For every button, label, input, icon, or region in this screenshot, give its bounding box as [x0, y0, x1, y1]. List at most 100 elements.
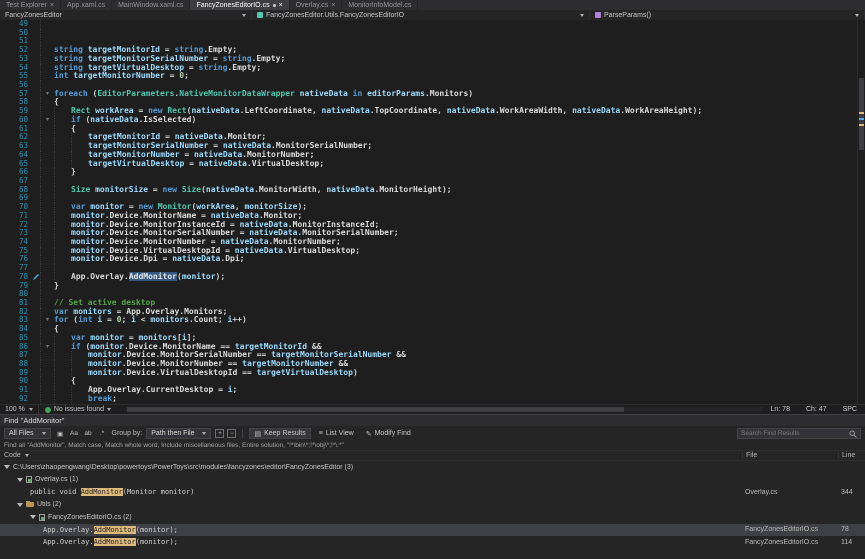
scrollbar-thumb[interactable]	[859, 78, 864, 150]
glyph-margin	[32, 282, 41, 291]
tab-label: MainWindow.xaml.cs	[118, 2, 183, 9]
copy-results-icon[interactable]: ▣	[55, 428, 66, 439]
issues-indicator[interactable]: No issues found	[39, 406, 117, 413]
column-header-line[interactable]: Line	[838, 452, 865, 459]
glyph-margin	[32, 325, 41, 334]
code-line[interactable]: 83▾for (int i = 0; i < monitors.Count; i…	[0, 316, 857, 325]
editor-vertical-scrollbar[interactable]	[857, 20, 865, 404]
close-icon[interactable]: ×	[331, 2, 335, 9]
glyph-margin	[32, 37, 41, 46]
node-label: FancyZonesEditorIO.cs (2)	[48, 514, 132, 521]
result-row[interactable]: C:\Users\zhaopengwang\Desktop\powertoys\…	[0, 461, 865, 474]
indent-guide	[54, 255, 71, 264]
close-icon[interactable]: ×	[50, 2, 54, 9]
member-dropdown[interactable]: ParseParams()	[590, 10, 865, 20]
indent-guide	[54, 160, 71, 169]
code-text: for (int i = 0; i < monitors.Count; i++)	[54, 316, 857, 325]
result-row[interactable]: Overlay.cs (1)	[0, 474, 865, 487]
code-line[interactable]: 57▾foreach (EditorParameters.NativeMonit…	[0, 90, 857, 99]
code-line[interactable]: 92break;	[0, 395, 857, 404]
result-row[interactable]: Utils (2)	[0, 499, 865, 512]
indent-guide	[54, 238, 71, 247]
column-header-file[interactable]: File	[742, 452, 838, 459]
tab-test-explorer[interactable]: Test Explorer×	[0, 0, 61, 10]
indent-guide	[54, 151, 71, 160]
space-mode-indicator[interactable]: SPC	[843, 406, 857, 413]
fold-collapse-icon[interactable]: ▾	[41, 343, 54, 352]
type-dropdown[interactable]: FancyZonesEditor.Utils.FancyZonesEditorI…	[252, 10, 590, 20]
line-number[interactable]: 92	[0, 395, 32, 404]
find-options-icons: ▣Aaab.*	[55, 428, 108, 439]
result-row[interactable]: App.Overlay.AddMonitor(monitor);FancyZon…	[0, 524, 865, 537]
scope-dropdown[interactable]: All Files	[4, 428, 51, 439]
result-row[interactable]: FancyZonesEditorIO.cs (2)	[0, 511, 865, 524]
code-line[interactable]: 50	[0, 29, 857, 38]
expand-all-icon[interactable]: +	[215, 429, 224, 438]
match-case-icon[interactable]: Aa	[69, 428, 80, 439]
list-view-button[interactable]: ≡List View	[315, 428, 358, 439]
code-line[interactable]: 55int targetMonitorNumber = 0;	[0, 72, 857, 81]
glyph-margin	[32, 351, 41, 360]
fold-collapse-icon[interactable]: ▾	[41, 316, 54, 325]
indent-guide	[54, 116, 71, 125]
code-editor[interactable]: 49505152string targetMonitorId = string.…	[0, 20, 857, 404]
fold-collapse-icon[interactable]: ▾	[41, 90, 54, 99]
search-find-results-box[interactable]	[737, 428, 861, 439]
code-line[interactable]: 78App.Overlay.AddMonitor(monitor);	[0, 273, 857, 282]
project-dropdown[interactable]: FancyZonesEditor	[0, 10, 252, 20]
editor-horizontal-scrollbar[interactable]	[125, 407, 762, 412]
expander-icon[interactable]	[30, 515, 36, 519]
search-input[interactable]	[741, 430, 847, 437]
keep-results-button[interactable]: ▤Keep Results	[249, 428, 310, 439]
expander-icon[interactable]	[17, 478, 23, 482]
modify-find-button[interactable]: ✎Modify Find	[362, 428, 415, 439]
code-text	[54, 290, 857, 299]
glyph-margin	[32, 264, 41, 273]
keep-results-icon: ▤	[254, 430, 261, 438]
expander-icon[interactable]	[4, 465, 10, 469]
scrollbar-thumb[interactable]	[127, 407, 624, 412]
edit-pencil-icon	[32, 273, 41, 282]
indent-guide	[54, 194, 71, 203]
code-line[interactable]: 91App.Overlay.CurrentDesktop = i;	[0, 386, 857, 395]
tab-overlay-cs[interactable]: Overlay.cs×	[290, 0, 343, 10]
result-line-cell: 78	[838, 526, 865, 533]
glyph-margin	[32, 194, 41, 203]
tab-monitorinfomodel-cs[interactable]: MonitorInfoModel.cs	[342, 0, 418, 10]
code-line[interactable]: 76monitor.Device.Dpi = nativeData.Dpi;	[0, 255, 857, 264]
chevron-down-icon	[202, 432, 206, 435]
result-row[interactable]: App.Overlay.AddMonitor(monitor);FancyZon…	[0, 536, 865, 549]
expander-icon[interactable]	[17, 503, 23, 507]
group-by-dropdown[interactable]: Path then File	[146, 428, 211, 439]
scope-value: All Files	[9, 430, 34, 437]
result-row[interactable]: public void AddMonitor(Monitor monitor)O…	[0, 486, 865, 499]
fold-margin	[41, 55, 54, 64]
code-line[interactable]: 49	[0, 20, 857, 29]
code-line[interactable]: 66}	[0, 168, 857, 177]
indent-guide	[54, 369, 71, 378]
tab-mainwindow-xaml-cs[interactable]: MainWindow.xaml.cs	[112, 0, 190, 10]
tab-app-xaml-cs[interactable]: App.xaml.cs	[61, 0, 112, 10]
code-line[interactable]: 68Size monitorSize = new Size(nativeData…	[0, 186, 857, 195]
code-line[interactable]: 60▾if (nativeData.IsSelected)	[0, 116, 857, 125]
navigation-bar: FancyZonesEditor FancyZonesEditor.Utils.…	[0, 10, 865, 20]
zoom-control[interactable]: 100 %	[0, 405, 39, 414]
code-line[interactable]: 79}	[0, 282, 857, 291]
result-file-cell: FancyZonesEditorIO.cs	[742, 539, 838, 546]
collapse-all-icon[interactable]: −	[227, 429, 236, 438]
fold-margin	[41, 160, 54, 169]
close-icon[interactable]: ×	[279, 2, 283, 9]
node-label: Overlay.cs (1)	[35, 476, 78, 483]
regex-icon[interactable]: .*	[97, 428, 108, 439]
method-icon	[595, 12, 601, 18]
fold-collapse-icon[interactable]: ▾	[41, 116, 54, 125]
glyph-margin	[32, 395, 41, 404]
column-header-code[interactable]: Code	[0, 452, 742, 459]
tab-fancyzoneseditorio-cs[interactable]: FancyZonesEditorIO.cs×	[190, 0, 289, 10]
code-line[interactable]: 89monitor.Device.VirtualDesktopId == tar…	[0, 369, 857, 378]
glyph-margin	[32, 64, 41, 73]
code-line[interactable]: 65targetVirtualDesktop = nativeData.Virt…	[0, 160, 857, 169]
code-text: }	[54, 282, 857, 291]
glyph-margin	[32, 255, 41, 264]
whole-word-icon[interactable]: ab	[83, 428, 94, 439]
